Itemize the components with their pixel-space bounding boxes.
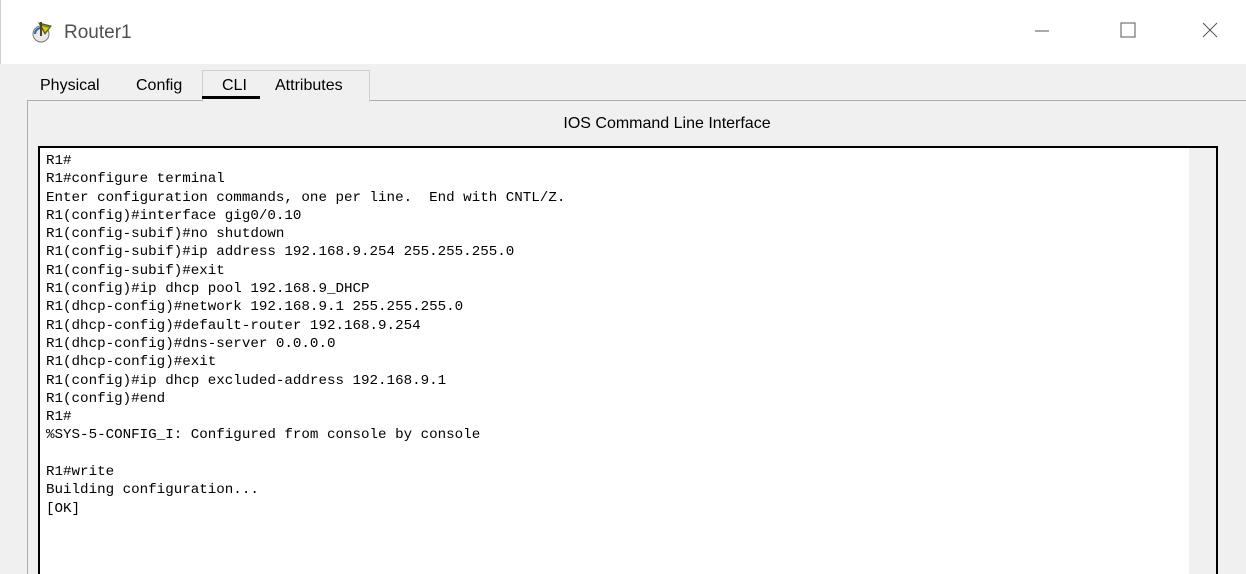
tab-physical[interactable]: Physical <box>40 76 100 100</box>
terminal-line: R1(config-subif)#exit <box>46 262 225 279</box>
cli-panel-title-text: IOS Command Line Interface <box>563 115 771 132</box>
title-bar[interactable]: Router1 <box>0 0 1246 64</box>
terminal-line: R1(config)#interface gig0/0.10 <box>46 207 302 224</box>
terminal-line: R1# <box>46 153 72 169</box>
terminal-line: R1#configure terminal <box>46 171 225 188</box>
terminal-line: R1(config)#ip dhcp pool 192.168.9_DHCP <box>46 281 370 298</box>
terminal-line: R1(config)#end <box>46 390 166 407</box>
terminal-line: R1(dhcp-config)#exit <box>46 354 217 371</box>
terminal-line: R1#write <box>46 464 115 481</box>
maximize-button[interactable] <box>1105 10 1151 54</box>
terminal-line: [OK] <box>46 500 81 517</box>
terminal-line: %SYS-5-CONFIG_I: Configured from console… <box>46 427 481 444</box>
terminal-scrollbar[interactable] <box>1189 148 1216 574</box>
terminal-line: R1(dhcp-config)#dns-server 0.0.0.0 <box>46 335 336 352</box>
tab-attributes[interactable]: Attributes <box>275 76 343 100</box>
terminal-line: R1# <box>46 409 72 426</box>
tab-strip <box>0 64 1246 100</box>
close-icon <box>1201 21 1219 44</box>
terminal-line: Enter configuration commands, one per li… <box>46 189 566 206</box>
window-title: Router1 <box>64 22 132 43</box>
maximize-icon <box>1119 21 1137 44</box>
router-app-icon <box>31 20 55 44</box>
tab-config[interactable]: Config <box>136 76 182 100</box>
close-button[interactable] <box>1187 10 1233 54</box>
cli-panel-title: IOS Command Line Interface <box>28 115 1246 133</box>
minimize-icon <box>1033 21 1051 44</box>
router1-window: Router1 Physical Config CLI Attributes I… <box>0 0 1246 574</box>
terminal-line: R1(dhcp-config)#default-router 192.168.9… <box>46 317 421 334</box>
terminal-line: Building configuration... <box>46 482 259 499</box>
terminal-output: R1# R1#configure terminal Enter configurat… <box>46 152 565 518</box>
terminal-line: R1(dhcp-config)#network 192.168.9.1 255.… <box>46 299 464 316</box>
terminal-line: R1(config-subif)#ip address 192.168.9.25… <box>46 244 515 261</box>
minimize-button[interactable] <box>1019 10 1065 54</box>
cli-terminal[interactable]: R1# R1#configure terminal Enter configurat… <box>38 146 1218 574</box>
terminal-line: R1(config-subif)#no shutdown <box>46 226 285 243</box>
tab-cli-underline <box>202 96 260 99</box>
terminal-line: R1(config)#ip dhcp excluded-address 192.… <box>46 372 447 389</box>
